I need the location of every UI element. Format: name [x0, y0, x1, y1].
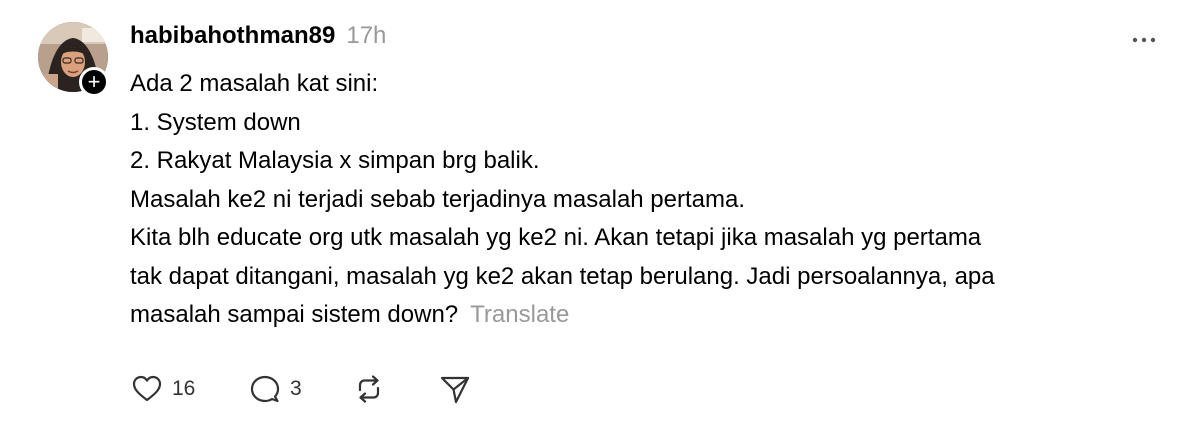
thread-post: + habibahothman89 17h Ada 2 masalah kat … — [0, 0, 1200, 426]
timestamp[interactable]: 17h — [346, 22, 386, 50]
more-options-button[interactable] — [1128, 24, 1160, 56]
like-button[interactable]: 16 — [130, 370, 248, 408]
post-header: habibahothman89 17h — [130, 22, 386, 56]
repost-button[interactable] — [352, 370, 438, 408]
post-body-line: Ada 2 masalah kat sini: — [130, 70, 379, 97]
translate-link[interactable]: Translate — [470, 301, 569, 328]
post-body-line: Kita blh educate org utk masalah yg ke2 … — [130, 224, 982, 251]
post-body-line: 2. Rakyat Malaysia x simpan brg balik. — [130, 147, 540, 174]
repost-icon — [358, 375, 380, 403]
post-body-line: masalah sampai sistem down? — [130, 301, 459, 328]
follow-button[interactable]: + — [79, 67, 109, 97]
share-button[interactable] — [438, 370, 478, 408]
action-bar: 16 3 — [130, 370, 478, 408]
reply-button[interactable]: 3 — [248, 370, 352, 408]
like-count: 16 — [172, 377, 196, 400]
avatar-container[interactable]: + — [38, 22, 109, 97]
username[interactable]: habibahothman89 — [130, 22, 335, 50]
post-body-last-line: masalah sampai sistem down? Translate — [130, 296, 1170, 335]
more-horizontal-icon — [1132, 37, 1156, 43]
post-body-line: Masalah ke2 ni terjadi sebab terjadinya … — [130, 185, 746, 213]
send-icon — [440, 376, 470, 404]
reply-count: 3 — [290, 377, 302, 400]
post-body-line: tak dapat ditangani, masalah yg ke2 akan… — [130, 262, 995, 290]
comment-icon — [250, 375, 280, 403]
plus-icon: + — [87, 69, 101, 94]
post-body: Ada 2 masalah kat sini: 1. System down 2… — [130, 65, 1170, 335]
heart-icon — [132, 375, 162, 402]
post-body-line: 1. System down — [130, 108, 301, 136]
